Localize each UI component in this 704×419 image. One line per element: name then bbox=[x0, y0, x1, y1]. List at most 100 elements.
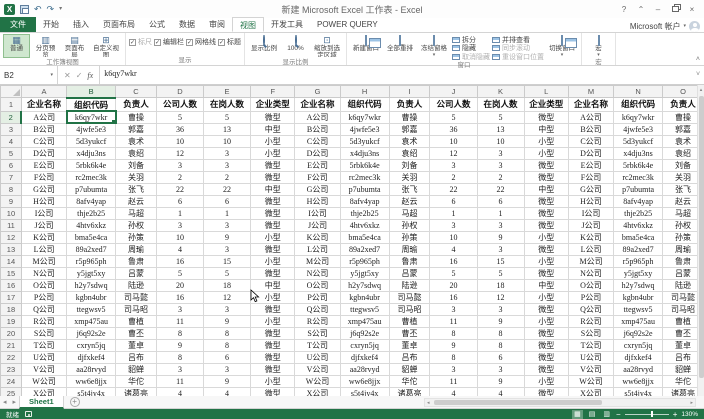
grid-cell-J25[interactable]: 4 bbox=[430, 387, 477, 396]
grid-cell-H15[interactable]: y5jgt5xy bbox=[340, 267, 389, 279]
grid-cell-N9[interactable]: 8afv4yap bbox=[614, 195, 663, 207]
grid-cell-N6[interactable]: 5rbk6k4e bbox=[614, 159, 663, 171]
ruler-checkbox[interactable]: ✓ 标尺 bbox=[129, 37, 152, 47]
grid-cell-M5[interactable]: D公司 bbox=[568, 147, 613, 159]
grid-cell-A12[interactable]: K公司 bbox=[21, 231, 66, 243]
grid-cell-K17[interactable]: 12 bbox=[477, 291, 524, 303]
grid-cell-F24[interactable]: 小型 bbox=[251, 375, 295, 387]
status-page-layout-icon[interactable]: ▤ bbox=[587, 410, 598, 419]
grid-cell-M17[interactable]: P公司 bbox=[568, 291, 613, 303]
row-header-20[interactable]: 20 bbox=[1, 327, 22, 339]
grid-cell-H7[interactable]: rc2mec3k bbox=[340, 171, 389, 183]
grid-cell-J1[interactable]: 公司人数 bbox=[430, 98, 477, 112]
normal-view-button[interactable]: ▦ 普通 bbox=[3, 34, 30, 58]
grid-cell-B18[interactable]: ttegwsv5 bbox=[67, 303, 116, 315]
grid-cell-J24[interactable]: 11 bbox=[430, 375, 477, 387]
grid-cell-C11[interactable]: 孙权 bbox=[116, 219, 157, 231]
grid-cell-C2[interactable]: 曹操 bbox=[116, 111, 157, 123]
grid-cell-J8[interactable]: 22 bbox=[430, 183, 477, 195]
grid-cell-D21[interactable]: 9 bbox=[156, 339, 203, 351]
vertical-scrollbar[interactable]: ▴ bbox=[697, 85, 704, 396]
row-header-1[interactable]: 1 bbox=[1, 98, 22, 112]
restore-button[interactable] bbox=[667, 3, 683, 16]
grid-cell-H16[interactable]: h2y7sdwq bbox=[340, 279, 389, 291]
grid-cell-K1[interactable]: 在岗人数 bbox=[477, 98, 524, 112]
row-header-23[interactable]: 23 bbox=[1, 363, 22, 375]
grid-cell-H18[interactable]: ttegwsv5 bbox=[340, 303, 389, 315]
grid-cell-B5[interactable]: x4dju3ns bbox=[67, 147, 116, 159]
grid-cell-I5[interactable]: 袁绍 bbox=[389, 147, 430, 159]
grid-cell-N16[interactable]: h2y7sdwq bbox=[614, 279, 663, 291]
grid-cell-B10[interactable]: thje2b25 bbox=[67, 207, 116, 219]
grid-cell-H25[interactable]: s5t4jy4x bbox=[340, 387, 389, 396]
grid-cell-B2[interactable]: k6qy7wkr bbox=[67, 111, 116, 123]
grid-cell-K11[interactable]: 3 bbox=[477, 219, 524, 231]
grid-cell-G1[interactable]: 企业名称 bbox=[295, 98, 340, 112]
grid-cell-L15[interactable]: 微型 bbox=[524, 267, 568, 279]
grid-cell-M6[interactable]: E公司 bbox=[568, 159, 613, 171]
grid-cell-D18[interactable]: 3 bbox=[156, 303, 203, 315]
grid-cell-N15[interactable]: y5jgt5xy bbox=[614, 267, 663, 279]
grid-cell-M12[interactable]: K公司 bbox=[568, 231, 613, 243]
grid-cell-D6[interactable]: 3 bbox=[156, 159, 203, 171]
grid-cell-J20[interactable]: 8 bbox=[430, 327, 477, 339]
grid-cell-N24[interactable]: ww6e8jjx bbox=[614, 375, 663, 387]
grid-cell-L19[interactable]: 小型 bbox=[524, 315, 568, 327]
grid-cell-A3[interactable]: B公司 bbox=[21, 123, 66, 135]
grid-cell-I3[interactable]: 郭嘉 bbox=[389, 123, 430, 135]
grid-cell-I18[interactable]: 司马昭 bbox=[389, 303, 430, 315]
grid-cell-M24[interactable]: W公司 bbox=[568, 375, 613, 387]
grid-cell-J21[interactable]: 9 bbox=[430, 339, 477, 351]
grid-cell-B7[interactable]: rc2mec3k bbox=[67, 171, 116, 183]
grid-cell-E14[interactable]: 15 bbox=[204, 255, 251, 267]
grid-cell-C7[interactable]: 关羽 bbox=[116, 171, 157, 183]
macros-button[interactable]: 宏 ▾ bbox=[585, 34, 612, 58]
grid-cell-B13[interactable]: 89a2xed7 bbox=[67, 243, 116, 255]
grid-cell-L14[interactable]: 小型 bbox=[524, 255, 568, 267]
grid-cell-B1[interactable]: 组织代码 bbox=[67, 98, 116, 112]
grid-cell-H21[interactable]: cxryn5jq bbox=[340, 339, 389, 351]
tab-page-layout[interactable]: 页面布局 bbox=[96, 17, 142, 32]
grid-cell-E1[interactable]: 在岗人数 bbox=[204, 98, 251, 112]
column-header-B[interactable]: B bbox=[67, 86, 116, 98]
grid-cell-A11[interactable]: J公司 bbox=[21, 219, 66, 231]
row-header-19[interactable]: 19 bbox=[1, 315, 22, 327]
grid-cell-F25[interactable]: 微型 bbox=[251, 387, 295, 396]
grid-cell-E15[interactable]: 5 bbox=[204, 267, 251, 279]
column-header-N[interactable]: N bbox=[614, 86, 663, 98]
column-header-H[interactable]: H bbox=[340, 86, 389, 98]
grid-cell-I9[interactable]: 赵云 bbox=[389, 195, 430, 207]
grid-cell-G13[interactable]: L公司 bbox=[295, 243, 340, 255]
grid-cell-M15[interactable]: N公司 bbox=[568, 267, 613, 279]
grid-cell-C22[interactable]: 吕布 bbox=[116, 351, 157, 363]
grid-cell-A18[interactable]: Q公司 bbox=[21, 303, 66, 315]
grid-cell-M4[interactable]: C公司 bbox=[568, 135, 613, 147]
grid-cell-C17[interactable]: 司马懿 bbox=[116, 291, 157, 303]
grid-cell-N19[interactable]: xmp475au bbox=[614, 315, 663, 327]
tab-file[interactable]: 文件 bbox=[0, 17, 36, 32]
grid-cell-K19[interactable]: 9 bbox=[477, 315, 524, 327]
grid-cell-F3[interactable]: 中型 bbox=[251, 123, 295, 135]
grid-cell-F8[interactable]: 中型 bbox=[251, 183, 295, 195]
grid-cell-B24[interactable]: ww6e8jjx bbox=[67, 375, 116, 387]
row-header-13[interactable]: 13 bbox=[1, 243, 22, 255]
grid-cell-C10[interactable]: 马超 bbox=[116, 207, 157, 219]
grid-cell-C6[interactable]: 刘备 bbox=[116, 159, 157, 171]
qat-dropdown-icon[interactable]: ▾ bbox=[59, 3, 62, 15]
grid-cell-F14[interactable]: 小型 bbox=[251, 255, 295, 267]
grid-cell-E16[interactable]: 18 bbox=[204, 279, 251, 291]
grid-cell-F11[interactable]: 微型 bbox=[251, 219, 295, 231]
grid-cell-K20[interactable]: 8 bbox=[477, 327, 524, 339]
grid-cell-D2[interactable]: 5 bbox=[156, 111, 203, 123]
grid-cell-D1[interactable]: 公司人数 bbox=[156, 98, 203, 112]
row-header-24[interactable]: 24 bbox=[1, 375, 22, 387]
grid-cell-L16[interactable]: 中型 bbox=[524, 279, 568, 291]
headings-checkbox[interactable]: ✓ 标题 bbox=[218, 37, 241, 47]
grid-cell-K10[interactable]: 1 bbox=[477, 207, 524, 219]
page-break-preview-button[interactable]: ▥ 分页预览 bbox=[32, 34, 59, 58]
grid-cell-M25[interactable]: X公司 bbox=[568, 387, 613, 396]
grid-cell-C24[interactable]: 华佗 bbox=[116, 375, 157, 387]
zoom-to-selection-button[interactable]: ⊡ 缩放到选定区域 bbox=[311, 34, 343, 58]
grid-cell-N22[interactable]: djfxkef4 bbox=[614, 351, 663, 363]
row-header-14[interactable]: 14 bbox=[1, 255, 22, 267]
